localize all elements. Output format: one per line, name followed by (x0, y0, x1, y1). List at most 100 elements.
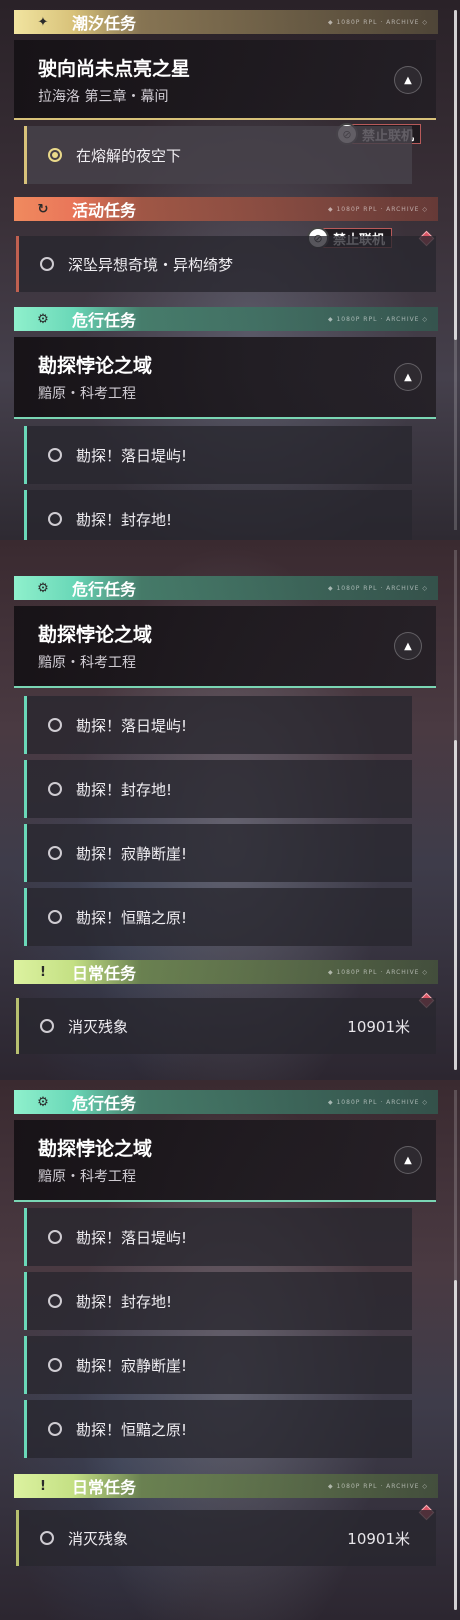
accent-bar (16, 236, 19, 292)
category-title: 潮汐任务 (72, 14, 137, 33)
category-title: 活动任务 (72, 201, 137, 220)
gear-icon: ⚙ (37, 580, 49, 596)
step-label: 勘探！落日堤屿! (76, 1228, 188, 1247)
accent-bar (24, 1336, 27, 1394)
radio-icon[interactable] (48, 1422, 62, 1436)
radio-icon[interactable] (40, 1019, 54, 1033)
category-deco: ◆ 1080P RPL · ARCHIVE ◇ (327, 584, 428, 592)
radio-icon[interactable] (48, 1358, 62, 1372)
radio-icon[interactable] (40, 1531, 54, 1545)
step-label: 勘探！恒黯之原! (76, 1420, 188, 1439)
radio-selected-icon[interactable] (48, 148, 62, 162)
quest-subtitle: 黯原・科考工程 (38, 655, 136, 671)
radio-icon[interactable] (48, 846, 62, 860)
radio-icon[interactable] (48, 1294, 62, 1308)
quest-step-row[interactable]: 深坠异想奇境・异构绮梦 (16, 236, 436, 292)
accent-bar (16, 1510, 19, 1566)
collapse-icon[interactable]: ▲ (394, 363, 422, 391)
accent-bar (24, 126, 27, 184)
quest-step-row[interactable]: 消灭残象 10901米 (16, 998, 436, 1054)
step-label: 勘探！寂静断崖! (76, 1356, 188, 1375)
scrollbar-thumb[interactable] (454, 1280, 457, 1610)
step-label: 深坠异想奇境・异构绮梦 (68, 255, 234, 274)
quest-title: 勘探悖论之域 (38, 355, 153, 377)
quest-card-tide[interactable]: 驶向尚未点亮之星 拉海洛 第三章・幕间 ▲ (14, 40, 436, 120)
radio-icon[interactable] (48, 910, 62, 924)
category-deco: ◆ 1080P RPL · ARCHIVE ◇ (327, 18, 428, 26)
quest-title: 勘探悖论之域 (38, 624, 153, 646)
accent-bar (24, 696, 27, 754)
quest-card-danger[interactable]: 勘探悖论之域 黯原・科考工程 ▲ (14, 337, 436, 419)
category-header-daily: ! 日常任务 ◆ 1080P RPL · ARCHIVE ◇ (14, 1474, 438, 1498)
category-title: 日常任务 (72, 1478, 137, 1497)
category-title: 危行任务 (72, 580, 137, 599)
quest-step-row[interactable]: 勘探！恒黯之原! (24, 1400, 412, 1458)
quest-step-row[interactable]: 勘探！寂静断崖! (24, 1336, 412, 1394)
scrollbar[interactable] (454, 10, 457, 530)
quest-card-danger[interactable]: 勘探悖论之域 黯原・科考工程 ▲ (14, 606, 436, 688)
category-title: 日常任务 (72, 964, 137, 983)
scrollbar[interactable] (454, 1090, 457, 1610)
collapse-icon[interactable]: ▲ (394, 632, 422, 660)
quest-step-row[interactable]: 勘探！封存地! (24, 490, 412, 540)
radio-icon[interactable] (40, 257, 54, 271)
accent-bar (24, 760, 27, 818)
category-header-danger: ⚙ 危行任务 ◆ 1080P RPL · ARCHIVE ◇ (14, 307, 438, 331)
category-deco: ◆ 1080P RPL · ARCHIVE ◇ (327, 1482, 428, 1490)
category-header-event: ↻ 活动任务 ◆ 1080P RPL · ARCHIVE ◇ (14, 197, 438, 221)
radio-icon[interactable] (48, 782, 62, 796)
radio-icon[interactable] (48, 512, 62, 526)
step-label: 在熔解的夜空下 (76, 146, 182, 165)
scrollbar-thumb[interactable] (454, 10, 457, 340)
quest-step-row[interactable]: 勘探！落日堤屿! (24, 426, 412, 484)
radio-icon[interactable] (48, 1230, 62, 1244)
accent-bar (24, 1400, 27, 1458)
category-header-danger: ⚙ 危行任务 ◆ 1080P RPL · ARCHIVE ◇ (14, 1090, 438, 1114)
quest-title: 勘探悖论之域 (38, 1138, 153, 1160)
screenshot-frame-1: ✦ 潮汐任务 ◆ 1080P RPL · ARCHIVE ◇ 驶向尚未点亮之星 … (0, 0, 460, 540)
radio-icon[interactable] (48, 448, 62, 462)
step-label: 消灭残象 (68, 1017, 129, 1036)
category-deco: ◆ 1080P RPL · ARCHIVE ◇ (327, 205, 428, 213)
category-header-danger: ⚙ 危行任务 ◆ 1080P RPL · ARCHIVE ◇ (14, 576, 438, 600)
quest-step-row[interactable]: 勘探！寂静断崖! (24, 824, 412, 882)
accent-bar (24, 1208, 27, 1266)
quest-step-row[interactable]: 在熔解的夜空下 (24, 126, 412, 184)
quest-step-row[interactable]: 消灭残象 10901米 (16, 1510, 436, 1566)
quest-subtitle: 黯原・科考工程 (38, 1169, 136, 1185)
step-label: 勘探！封存地! (76, 510, 173, 529)
quest-step-row[interactable]: 勘探！落日堤屿! (24, 1208, 412, 1266)
category-deco: ◆ 1080P RPL · ARCHIVE ◇ (327, 1098, 428, 1106)
quest-step-row[interactable]: 勘探！封存地! (24, 1272, 412, 1330)
scrollbar-thumb[interactable] (454, 740, 457, 1070)
quest-step-row[interactable]: 勘探！落日堤屿! (24, 696, 412, 754)
quest-step-row[interactable]: 勘探！封存地! (24, 760, 412, 818)
step-label: 勘探！封存地! (76, 780, 173, 799)
collapse-icon[interactable]: ▲ (394, 1146, 422, 1174)
step-label: 勘探！封存地! (76, 1292, 173, 1311)
collapse-icon[interactable]: ▲ (394, 66, 422, 94)
category-deco: ◆ 1080P RPL · ARCHIVE ◇ (327, 968, 428, 976)
distance-value: 10901米 (347, 1529, 410, 1548)
screenshot-frame-3: ⚙ 危行任务 ◆ 1080P RPL · ARCHIVE ◇ 勘探悖论之域 黯原… (0, 1080, 460, 1620)
accent-bar (24, 426, 27, 484)
gear-icon: ⚙ (37, 1094, 49, 1110)
exclamation-icon: ! (40, 964, 46, 980)
step-label: 勘探！落日堤屿! (76, 716, 188, 735)
scrollbar[interactable] (454, 550, 457, 1070)
quest-subtitle: 黯原・科考工程 (38, 386, 136, 402)
radio-icon[interactable] (48, 718, 62, 732)
quest-subtitle: 拉海洛 第三章・幕间 (38, 89, 169, 105)
quest-step-row[interactable]: 勘探！恒黯之原! (24, 888, 412, 946)
accent-bar (24, 490, 27, 540)
refresh-icon: ↻ (37, 201, 49, 217)
exclamation-icon: ! (40, 1478, 46, 1494)
gear-icon: ⚙ (37, 311, 49, 327)
step-label: 勘探！落日堤屿! (76, 446, 188, 465)
accent-bar (16, 998, 19, 1054)
distance-value: 10901米 (347, 1017, 410, 1036)
quest-card-danger[interactable]: 勘探悖论之域 黯原・科考工程 ▲ (14, 1120, 436, 1202)
category-header-tide: ✦ 潮汐任务 ◆ 1080P RPL · ARCHIVE ◇ (14, 10, 438, 34)
accent-bar (24, 824, 27, 882)
screenshot-frame-2: ⚙ 危行任务 ◆ 1080P RPL · ARCHIVE ◇ 勘探悖论之域 黯原… (0, 540, 460, 1080)
